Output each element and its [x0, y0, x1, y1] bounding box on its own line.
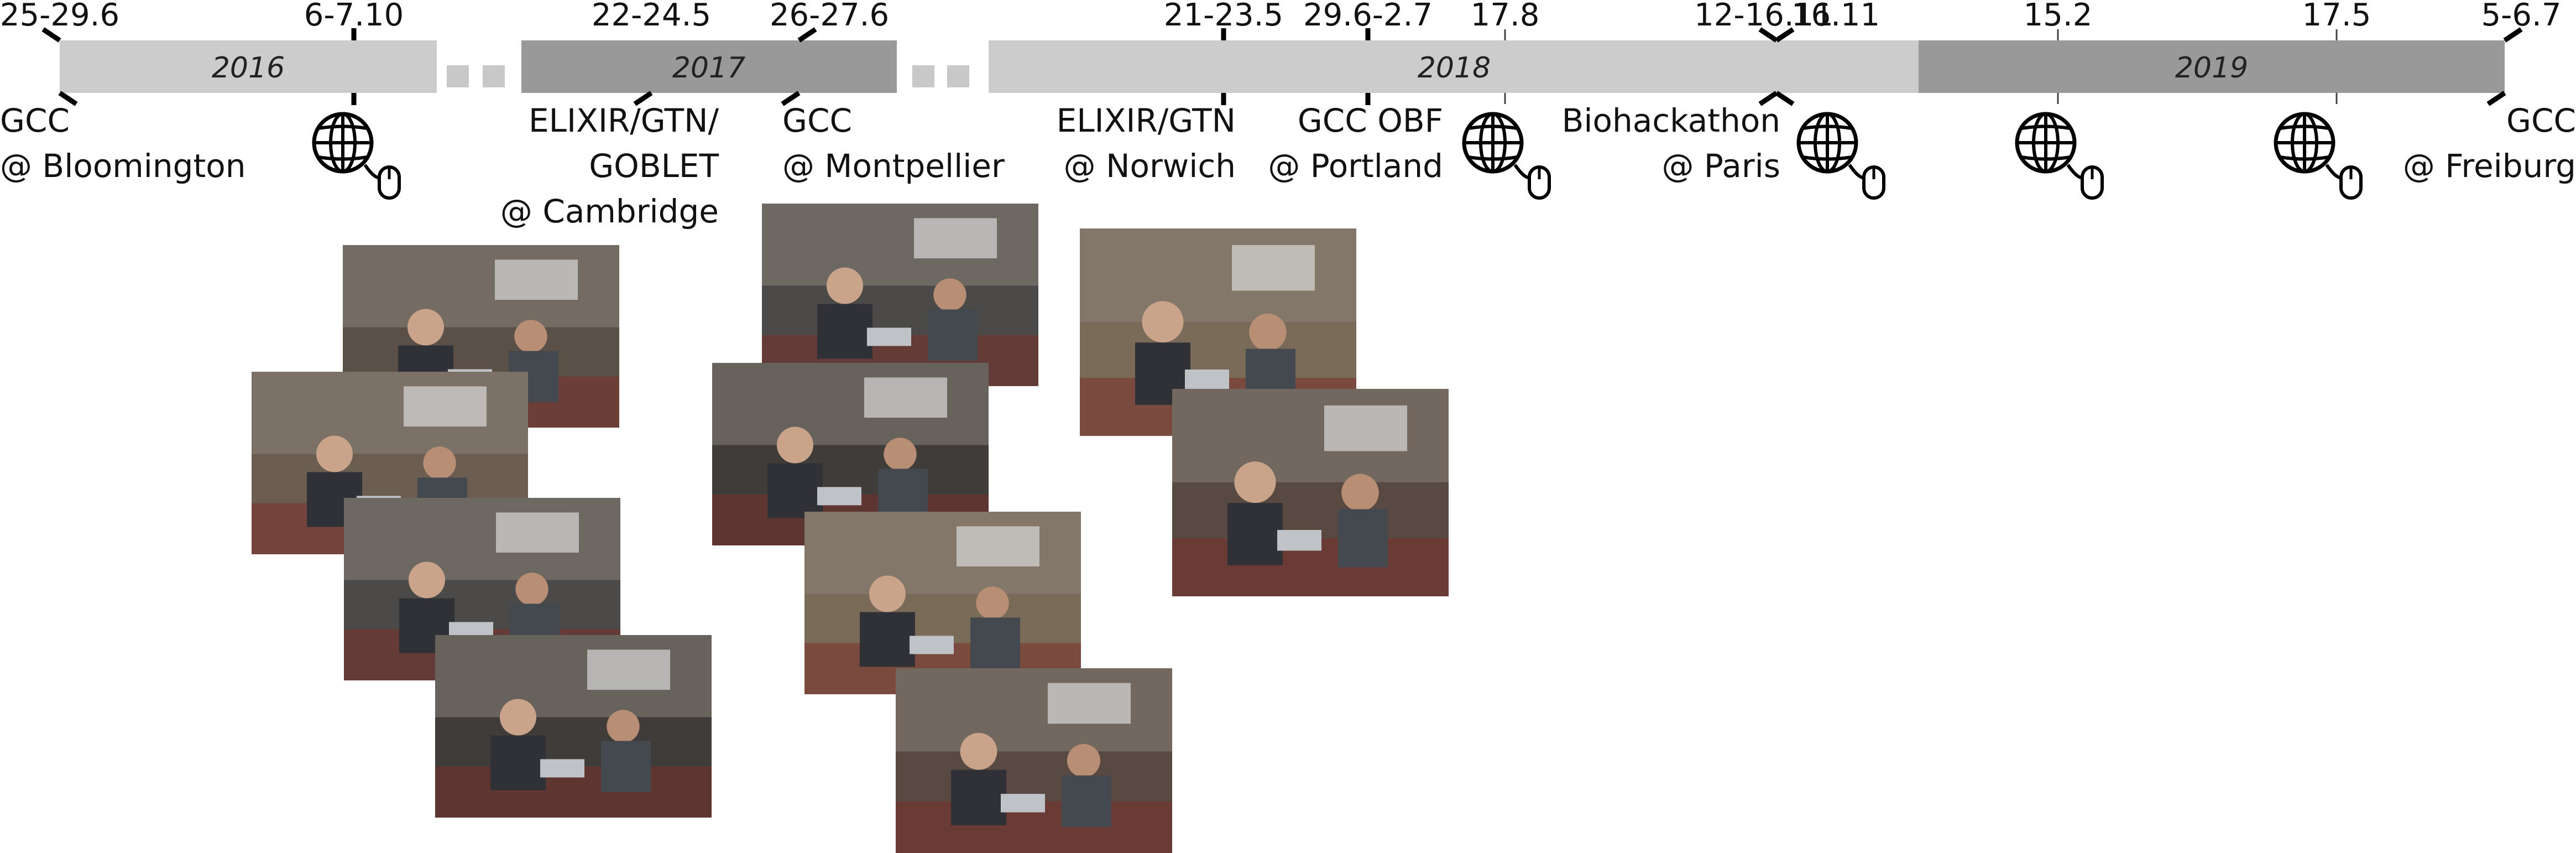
event-label: @ Montpellier — [782, 147, 1005, 185]
globe-mouse-icon — [314, 114, 399, 198]
event-label: GCC — [2506, 102, 2576, 139]
event-label: Biohackathon — [1562, 102, 1780, 139]
globe-mouse-icon — [2276, 114, 2361, 198]
tick-mark — [2486, 91, 2506, 106]
event-photo — [896, 668, 1172, 853]
globe-mouse-icon — [1464, 114, 1549, 198]
date-label: 22-24.5 — [592, 0, 711, 33]
year-label-2018: 2018 — [1418, 51, 1491, 85]
gap-square — [483, 65, 505, 87]
event-label: GCC — [0, 102, 70, 139]
event-label: GCC OBF — [1298, 102, 1443, 139]
year-label-2017: 2017 — [672, 51, 745, 85]
date-label: 5-6.7 — [2481, 0, 2562, 33]
event-label: @ Freiburg — [2403, 147, 2576, 185]
date-label: 26-27.6 — [770, 0, 889, 33]
globe-mouse-icon — [1799, 114, 1884, 198]
date-label: 25-29.6 — [0, 0, 119, 33]
date-label: 21-23.5 — [1164, 0, 1283, 33]
year-label-2019: 2019 — [2175, 51, 2248, 85]
date-label: 15.2 — [2024, 0, 2093, 33]
photo-collage — [252, 204, 1449, 853]
event-photo — [435, 635, 712, 818]
event-label: @ Paris — [1661, 147, 1780, 185]
event-photo — [762, 204, 1038, 386]
events: GCC @ Bloomington ELIXIR/GTN/GOBLET @ Cambr… — [0, 102, 2576, 230]
year-bands: 2016 2017 2018 2019 — [60, 40, 2505, 93]
year-label-2016: 2016 — [212, 51, 285, 85]
gap-square — [947, 65, 969, 87]
date-label: 17.5 — [2302, 0, 2371, 33]
date-label: 6-7.10 — [304, 0, 404, 33]
event-label: GCC — [782, 102, 852, 139]
globe-mouse-icon — [2017, 114, 2102, 198]
event-label: @ Cambridge — [500, 193, 719, 230]
event-photo — [1172, 389, 1449, 596]
event-label: GOBLET — [589, 147, 719, 185]
event-label: ELIXIR/GTN/ — [529, 102, 719, 139]
training-events-timeline: 2016 2017 2018 2019 25-29.6 6-7.10 22-24.5 26-… — [0, 0, 2576, 853]
date-label: 29.6-2.7 — [1303, 0, 1433, 33]
gap-square — [912, 65, 934, 87]
event-label: @ Norwich — [1064, 147, 1236, 185]
event-photo — [804, 512, 1081, 694]
event-label: @ Bloomington — [0, 147, 246, 185]
date-label: 16.11 — [1791, 0, 1880, 33]
date-label: 17.8 — [1471, 0, 1540, 33]
event-label: ELIXIR/GTN — [1057, 102, 1236, 139]
event-label: @ Portland — [1268, 147, 1443, 185]
gap-square — [447, 65, 469, 87]
